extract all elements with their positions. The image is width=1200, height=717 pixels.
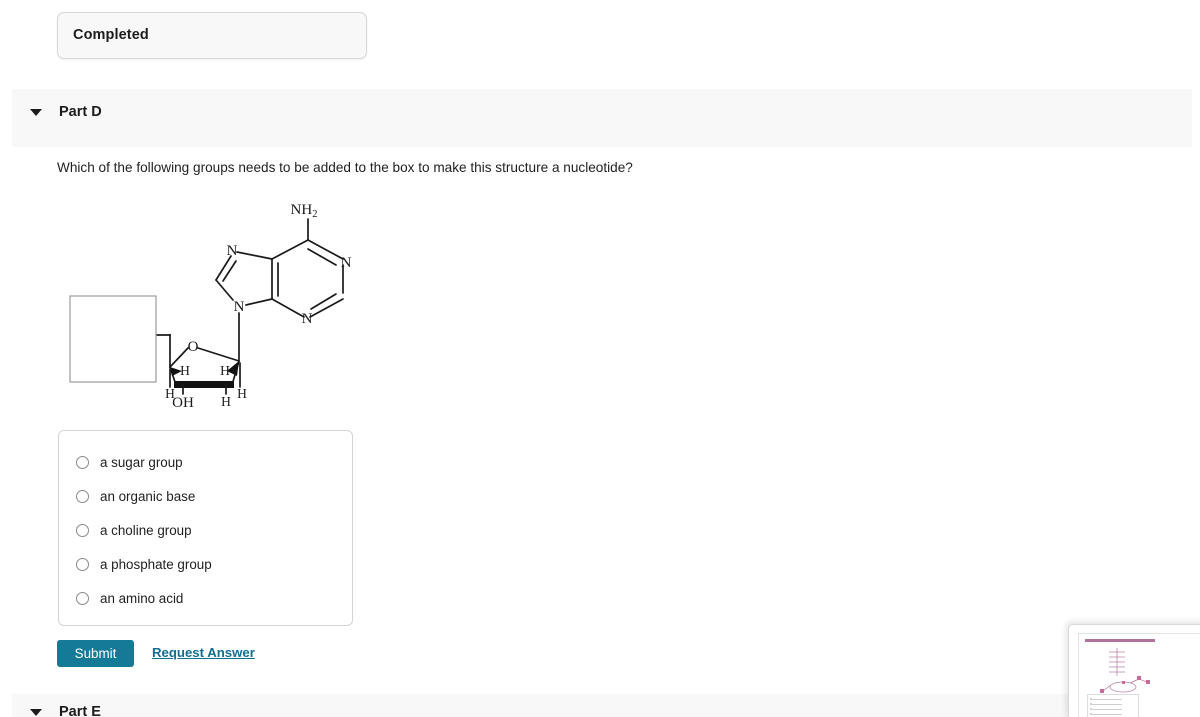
option-label: an amino acid	[100, 590, 184, 606]
preview-thumbnail-panel[interactable]	[1068, 624, 1200, 717]
atom-label-o4: O	[188, 339, 199, 355]
option-an-organic-base[interactable]: an organic base	[59, 479, 354, 513]
preview-option-line	[1092, 704, 1122, 705]
preview-structure-icon	[1100, 648, 1150, 693]
submit-button[interactable]: Submit	[57, 640, 134, 667]
next-part-title: Part E	[59, 704, 101, 717]
triangle-down-icon[interactable]	[30, 109, 42, 116]
option-label: an organic base	[100, 488, 196, 504]
option-label: a phosphate group	[100, 556, 212, 572]
atom-label-h-c4: H	[165, 386, 175, 401]
option-label: a sugar group	[100, 454, 183, 470]
option-an-amino-acid[interactable]: an amino acid	[59, 581, 354, 615]
question-page: Completed Part D Which of the following …	[0, 0, 1200, 717]
atom-label-h-c4-ring: H	[180, 363, 190, 378]
option-a-phosphate-group[interactable]: a phosphate group	[59, 547, 354, 581]
completed-label: Completed	[73, 27, 149, 43]
part-header[interactable]: Part D	[12, 89, 1192, 147]
molecule-diagram: NH2 N N N N O OH H H H H H	[60, 195, 400, 415]
triangle-down-icon[interactable]	[30, 709, 42, 716]
preview-option-line	[1092, 699, 1122, 700]
radio-button-icon[interactable]	[76, 523, 89, 537]
atom-label-h-c2: H	[221, 394, 231, 409]
atom-label-nh2: NH2	[291, 202, 318, 220]
completed-status-box: Completed	[57, 12, 367, 59]
radio-button-icon[interactable]	[76, 489, 89, 503]
answer-options-group: a sugar group an organic base a choline …	[58, 430, 353, 626]
option-label: a choline group	[100, 522, 192, 538]
atom-label-n9: N	[234, 299, 245, 315]
radio-button-icon[interactable]	[76, 591, 89, 605]
preview-title-bar	[1085, 639, 1155, 642]
radio-button-icon[interactable]	[76, 557, 89, 571]
preview-thumbnail-content	[1078, 633, 1200, 717]
atom-label-oh: OH	[172, 395, 194, 411]
radio-button-icon[interactable]	[76, 455, 89, 469]
preview-option-line	[1092, 714, 1122, 715]
atom-label-h-c1: H	[237, 386, 247, 401]
request-answer-link[interactable]: Request Answer	[152, 645, 255, 660]
preview-option-line	[1092, 709, 1122, 710]
preview-options-box	[1087, 694, 1139, 717]
atom-label-n7: N	[227, 243, 238, 259]
question-prompt: Which of the following groups needs to b…	[57, 160, 633, 175]
atom-label-h-c1-ring: H	[220, 363, 230, 378]
atom-label-n3: N	[302, 311, 313, 327]
atom-label-n1: N	[341, 255, 352, 271]
page-title: Part D	[59, 104, 102, 120]
option-a-sugar-group[interactable]: a sugar group	[59, 445, 354, 479]
next-part-header[interactable]: Part E	[12, 694, 1192, 717]
option-a-choline-group[interactable]: a choline group	[59, 513, 354, 547]
